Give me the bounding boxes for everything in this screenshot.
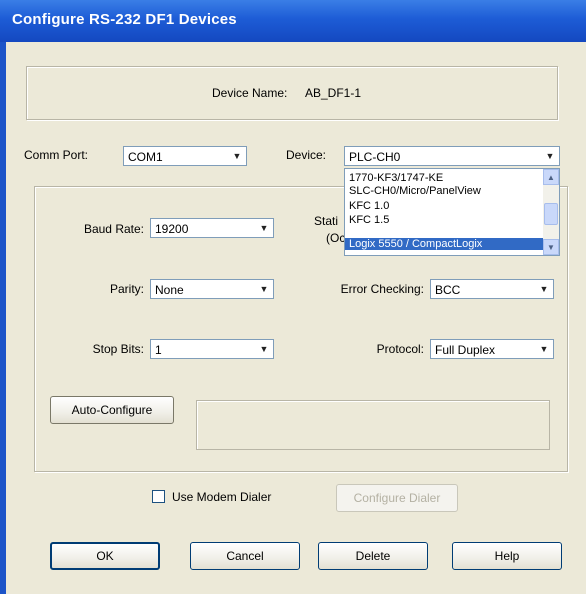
device-label: Device: — [286, 148, 327, 162]
window-title: Configure RS-232 DF1 Devices — [12, 11, 237, 28]
comm-port-select[interactable]: COM1 ▼ — [123, 146, 247, 166]
list-item[interactable]: 1770-KF3/1747-KE — [349, 172, 443, 184]
parity-value: None — [155, 283, 184, 297]
device-value: PLC-CH0 — [349, 150, 401, 164]
cancel-button[interactable]: Cancel — [190, 542, 300, 570]
use-modem-dialer-checkbox[interactable] — [152, 490, 165, 503]
chevron-down-icon[interactable]: ▼ — [536, 281, 552, 297]
baud-rate-select[interactable]: 19200 ▼ — [150, 218, 274, 238]
device-name-group — [26, 66, 558, 120]
delete-button[interactable]: Delete — [318, 542, 428, 570]
device-dropdown-list[interactable]: 1770-KF3/1747-KE SLC-CH0/Micro/PanelView… — [344, 168, 560, 256]
auto-configure-status — [196, 400, 550, 450]
list-item[interactable]: KFC 1.0 — [349, 200, 389, 212]
station-label-suffix: (Oc — [326, 231, 346, 245]
baud-rate-value: 19200 — [155, 222, 189, 236]
protocol-select[interactable]: Full Duplex ▼ — [430, 339, 554, 359]
chevron-down-icon[interactable]: ▼ — [256, 341, 272, 357]
auto-configure-button[interactable]: Auto-Configure — [50, 396, 174, 424]
comm-port-value: COM1 — [128, 150, 163, 164]
protocol-value: Full Duplex — [435, 343, 496, 357]
station-label: Stati — [314, 214, 339, 228]
device-name-value: AB_DF1-1 — [305, 86, 362, 100]
list-item[interactable]: SLC-CH0/Micro/PanelView — [349, 185, 481, 197]
stop-bits-select[interactable]: 1 ▼ — [150, 339, 274, 359]
list-item-selected[interactable]: Logix 5550 / CompactLogix — [345, 238, 543, 250]
chevron-down-icon[interactable]: ▼ — [229, 148, 245, 164]
chevron-down-icon[interactable]: ▼ — [542, 148, 558, 164]
dialog-window: Configure RS-232 DF1 Devices Device Name… — [0, 0, 586, 594]
stop-bits-label: Stop Bits: — [92, 342, 144, 356]
error-checking-value: BCC — [435, 283, 461, 297]
configure-dialer-button[interactable]: Configure Dialer — [336, 484, 458, 512]
dropdown-scrollbar[interactable]: ▲ ▼ — [543, 169, 559, 255]
error-checking-label: Error Checking: — [340, 282, 424, 296]
list-item[interactable]: KFC 1.5 — [349, 214, 389, 226]
parity-label: Parity: — [109, 282, 144, 296]
parity-select[interactable]: None ▼ — [150, 279, 274, 299]
chevron-down-icon[interactable]: ▼ — [543, 239, 559, 255]
error-checking-select[interactable]: BCC ▼ — [430, 279, 554, 299]
window-border — [0, 42, 6, 594]
protocol-label: Protocol: — [376, 342, 424, 356]
device-select[interactable]: PLC-CH0 ▼ — [344, 146, 560, 166]
title-bar[interactable]: Configure RS-232 DF1 Devices — [0, 0, 586, 42]
scrollbar-thumb[interactable] — [544, 203, 558, 225]
ok-button[interactable]: OK — [50, 542, 160, 570]
stop-bits-value: 1 — [155, 343, 162, 357]
chevron-down-icon[interactable]: ▼ — [536, 341, 552, 357]
help-button[interactable]: Help — [452, 542, 562, 570]
use-modem-dialer-label: Use Modem Dialer — [172, 490, 272, 504]
device-name-label: Device Name: — [212, 86, 288, 100]
baud-rate-label: Baud Rate: — [83, 222, 144, 236]
chevron-up-icon[interactable]: ▲ — [543, 169, 559, 185]
chevron-down-icon[interactable]: ▼ — [256, 281, 272, 297]
chevron-down-icon[interactable]: ▼ — [256, 220, 272, 236]
comm-port-label: Comm Port: — [24, 148, 89, 162]
